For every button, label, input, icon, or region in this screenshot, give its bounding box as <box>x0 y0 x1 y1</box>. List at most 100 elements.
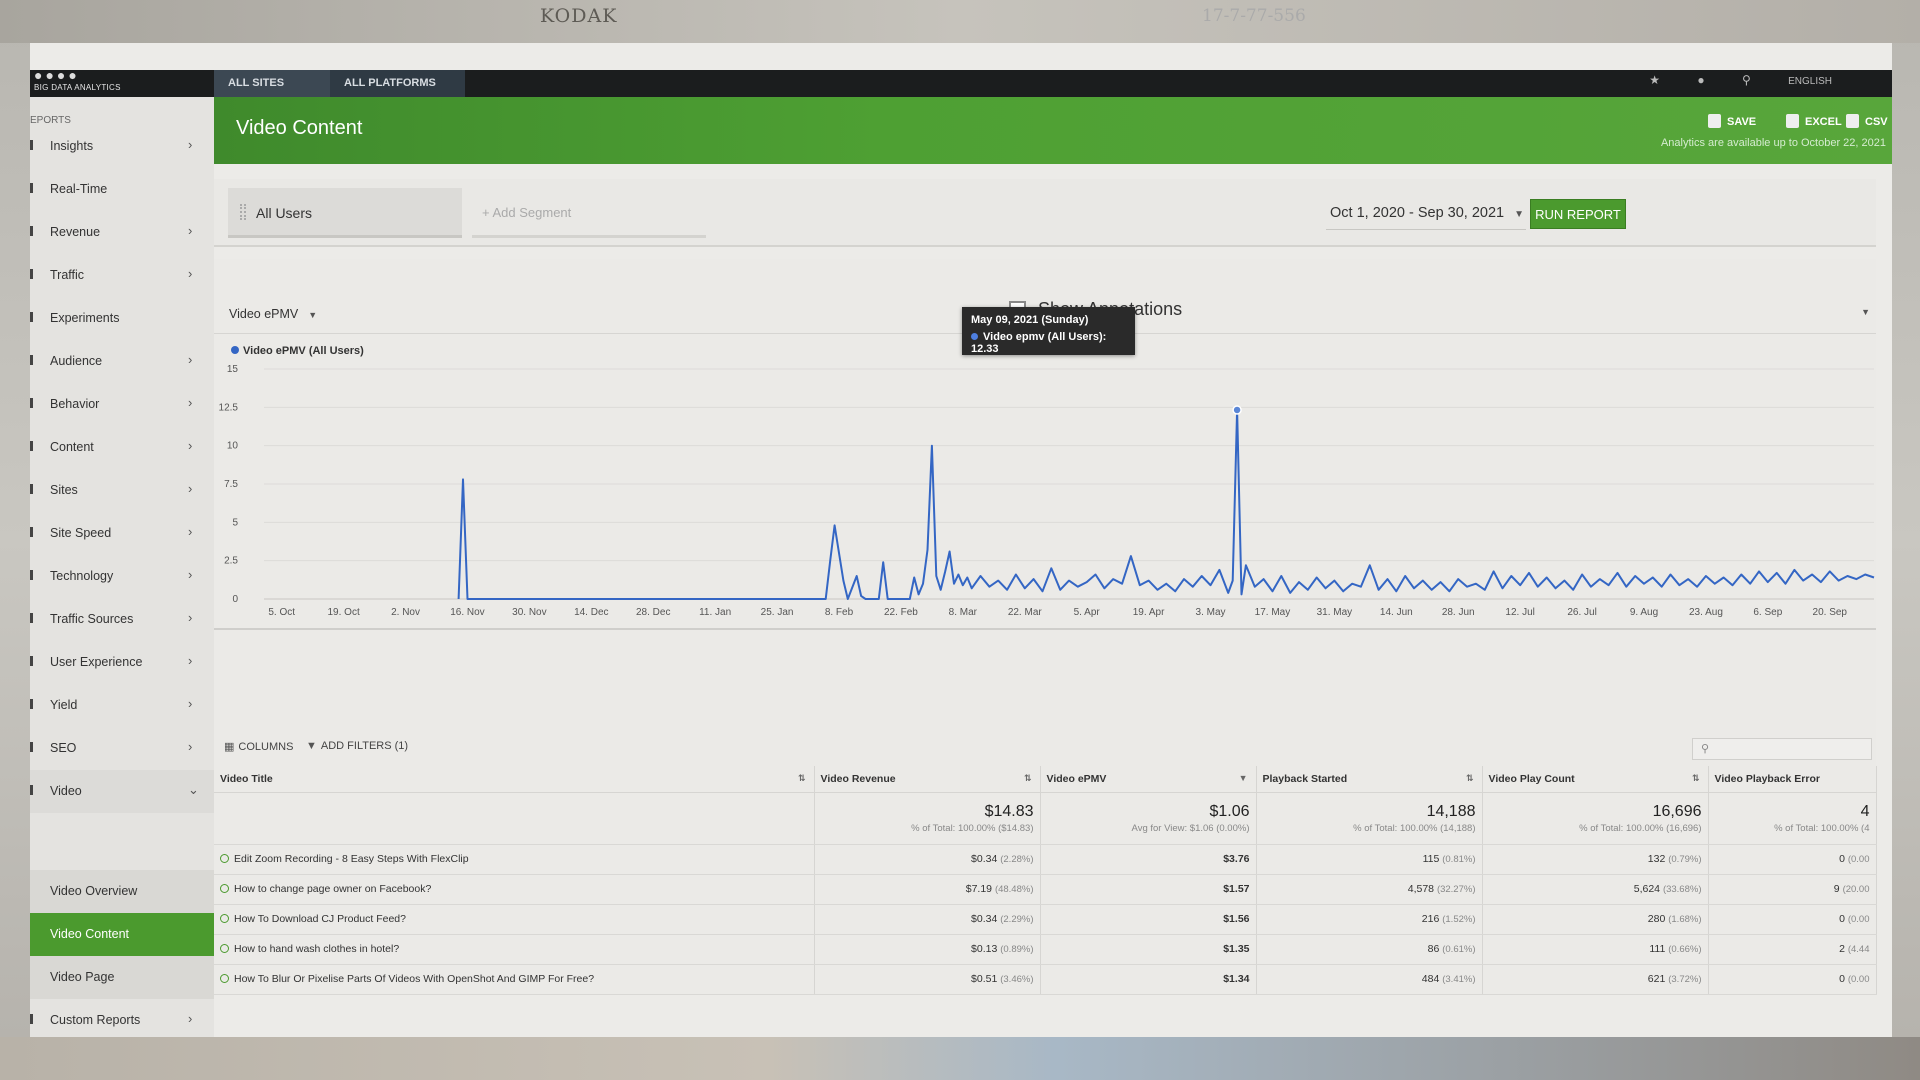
table-row[interactable]: How to change page owner on Facebook? $7.… <box>214 874 1877 905</box>
bullet-icon <box>30 699 33 709</box>
sort-icon[interactable]: ⇅ <box>798 773 806 784</box>
x-tick-label: 6. Sep <box>1753 607 1782 618</box>
chevron-right-icon: › <box>188 266 193 281</box>
col-video-title[interactable]: Video Title ⇅ <box>214 766 815 793</box>
bookmark-icon[interactable]: ★ <box>1649 73 1660 87</box>
add-segment-button[interactable]: + Add Segment <box>472 188 706 238</box>
table-search-input[interactable]: ⚲ <box>1692 738 1872 760</box>
chart-legend[interactable]: Video ePMV (All Users) <box>231 345 364 357</box>
language-select[interactable]: ENGLISH <box>1788 76 1832 87</box>
chevron-right-icon: › <box>188 481 193 496</box>
total-started: 14,188% of Total: 100.00% (14,188) <box>1256 792 1483 845</box>
excel-button[interactable]: EXCEL <box>1786 114 1842 128</box>
video-row-icon <box>220 854 229 863</box>
sidebar-item-video-content[interactable]: Video Content <box>30 913 214 956</box>
sidebar-item-yield[interactable]: Yield › <box>30 684 214 727</box>
video-title-cell[interactable]: How to change page owner on Facebook? <box>214 874 815 905</box>
sidebar-item-user-experience[interactable]: User Experience › <box>30 641 214 684</box>
sidebar-item-video-overview[interactable]: Video Overview <box>30 870 214 913</box>
sidebar-item-label: Behavior <box>50 397 100 411</box>
col-playback-started[interactable]: Playback Started ⇅ <box>1256 766 1483 793</box>
col-video-play-count[interactable]: Video Play Count ⇅ <box>1482 766 1709 793</box>
metric-label: Video ePMV <box>229 307 299 321</box>
sort-icon[interactable]: ⇅ <box>1024 773 1032 784</box>
line-chart[interactable]: 0 2.5 5 7.5 10 12.5 15 5. Oct 19. Oct 2. Nov 16. N… <box>214 359 1876 659</box>
sidebar-item-site-speed[interactable]: Site Speed › <box>30 512 214 555</box>
sidebar-item-label: Real-Time <box>50 182 108 196</box>
chevron-right-icon: › <box>188 395 193 410</box>
chevron-down-icon: ⌄ <box>188 782 199 797</box>
sidebar-item-seo[interactable]: SEO › <box>30 727 214 770</box>
bullet-icon <box>30 484 33 494</box>
sidebar-item-behavior[interactable]: Behavior › <box>30 383 214 426</box>
col-video-revenue[interactable]: Video Revenue ⇅ <box>814 766 1041 793</box>
sidebar-item-real-time[interactable]: Real-Time <box>30 168 214 211</box>
sidebar-item-insights[interactable]: Insights › <box>30 125 214 168</box>
sidebar-item-video-page[interactable]: Video Page <box>30 956 214 999</box>
bullet-icon <box>30 570 33 580</box>
add-filters-button[interactable]: ▼ ADD FILTERS (1) <box>306 740 408 752</box>
chevron-right-icon: › <box>188 137 193 152</box>
col-video-playback-error[interactable]: Video Playback Error <box>1708 766 1877 793</box>
sidebar-item-label: Custom Reports <box>50 1013 141 1027</box>
table-row[interactable]: Edit Zoom Recording - 8 Easy Steps With … <box>214 844 1877 875</box>
x-tick-label: 9. Aug <box>1630 607 1658 618</box>
sort-icon[interactable]: ⇅ <box>1692 773 1700 784</box>
sidebar-item-sites[interactable]: Sites › <box>30 469 214 512</box>
video-title-cell[interactable]: How To Download CJ Product Feed? <box>214 904 815 935</box>
revenue-cell: $0.51 (3.46%) <box>814 964 1041 995</box>
date-range-picker[interactable]: Oct 1, 2020 - Sep 30, 2021 ▼ <box>1330 205 1524 221</box>
sidebar-item-experiments[interactable]: Experiments <box>30 297 214 340</box>
photo-background-top <box>0 0 1920 43</box>
errors-cell: 9 (20.00 <box>1708 874 1877 905</box>
sidebar-item-label: Video Overview <box>50 884 138 898</box>
sidebar-item-audience[interactable]: Audience › <box>30 340 214 383</box>
table-row[interactable]: How To Download CJ Product Feed? $0.34 (2… <box>214 904 1877 935</box>
help-icon[interactable]: ● <box>1697 73 1704 87</box>
sidebar-item-custom-reports[interactable]: Custom Reports › <box>30 999 214 1037</box>
col-video-epmv[interactable]: Video ePMV ▼ <box>1040 766 1257 793</box>
sidebar-item-technology[interactable]: Technology › <box>30 555 214 598</box>
errors-cell: 2 (4.44 <box>1708 934 1877 965</box>
sidebar-item-video[interactable]: Video ⌄ <box>30 770 214 813</box>
drag-handle-icon[interactable] <box>240 204 246 220</box>
epmv-cell: $1.56 <box>1040 904 1257 935</box>
started-cell: 484 (3.41%) <box>1256 964 1483 995</box>
table-row[interactable]: How to hand wash clothes in hotel? $0.13 … <box>214 934 1877 965</box>
data-table-panel: ▦ COLUMNS ▼ ADD FILTERS (1) ⚲ Video Title ⇅… <box>214 728 1877 995</box>
x-tick-label: 19. Apr <box>1133 607 1165 618</box>
y-tick-label: 12.5 <box>219 402 239 413</box>
segment-all-users[interactable]: All Users <box>228 188 462 238</box>
video-title-cell[interactable]: How to hand wash clothes in hotel? <box>214 934 815 965</box>
run-report-button[interactable]: RUN REPORT <box>1530 199 1626 229</box>
sidebar-item-content[interactable]: Content › <box>30 426 214 469</box>
sidebar-item-revenue[interactable]: Revenue › <box>30 211 214 254</box>
chevron-right-icon: › <box>188 352 193 367</box>
bullet-icon <box>30 742 33 752</box>
x-tick-label: 30. Nov <box>512 607 546 618</box>
sidebar-item-label: Content <box>50 440 94 454</box>
table-row[interactable]: How To Blur Or Pixelise Parts Of Videos … <box>214 964 1877 995</box>
search-icon[interactable]: ⚲ <box>1742 73 1751 87</box>
film-edge-code: 17-7-77-556 <box>1202 6 1306 26</box>
chevron-right-icon: › <box>188 438 193 453</box>
x-tick-label: 16. Nov <box>450 607 484 618</box>
page-header: Video Content SAVE EXCEL CSV Analytics a… <box>214 97 1892 164</box>
panel-collapse-icon[interactable]: ▼ <box>1861 307 1870 317</box>
tab-all-sites[interactable]: ALL SITES <box>214 70 330 97</box>
excel-icon <box>1786 114 1799 128</box>
metric-select[interactable]: Video ePMV ▼ <box>229 307 317 321</box>
sort-icon[interactable]: ⇅ <box>1466 773 1474 784</box>
sort-desc-icon[interactable]: ▼ <box>1239 773 1248 783</box>
save-button[interactable]: SAVE <box>1708 114 1756 128</box>
video-row-icon <box>220 944 229 953</box>
csv-button[interactable]: CSV <box>1846 114 1888 128</box>
tab-all-platforms[interactable]: ALL PLATFORMS <box>330 70 465 97</box>
sidebar-item-traffic[interactable]: Traffic › <box>30 254 214 297</box>
logo[interactable]: ●●●● BIG DATA ANALYTICS <box>34 67 121 92</box>
video-title-cell[interactable]: Edit Zoom Recording - 8 Easy Steps With … <box>214 844 815 875</box>
sidebar-item-traffic-sources[interactable]: Traffic Sources › <box>30 598 214 641</box>
columns-button[interactable]: ▦ COLUMNS <box>224 740 293 753</box>
top-icons: ★ ● ⚲ ENGLISH <box>1615 73 1832 87</box>
video-title-cell[interactable]: How To Blur Or Pixelise Parts Of Videos … <box>214 964 815 995</box>
